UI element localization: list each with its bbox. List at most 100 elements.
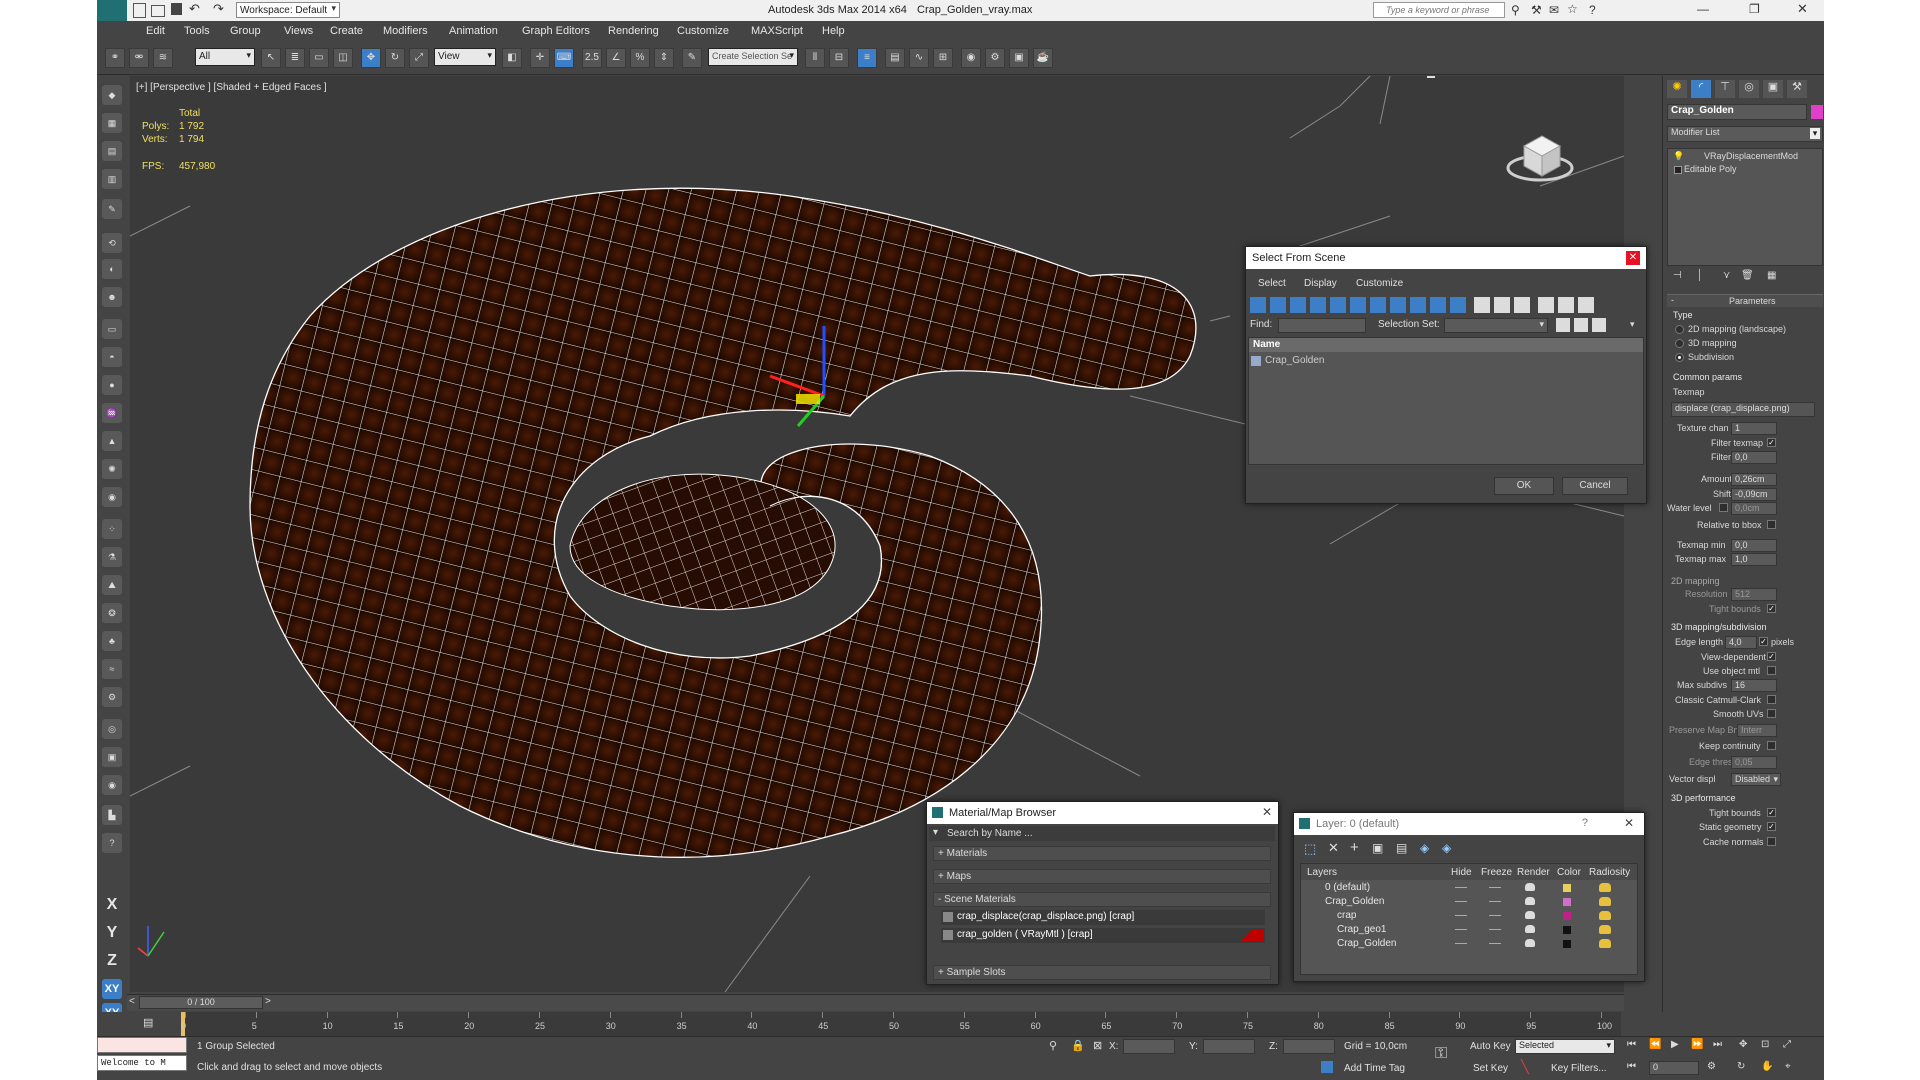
walkthrough-icon[interactable]: ✋ [1761, 1061, 1773, 1072]
selection-filter-dropdown[interactable]: All ▾ [195, 48, 255, 66]
pin-icon[interactable]: ⚲ [1049, 1039, 1057, 1052]
curve-editor-icon[interactable]: ∿ [909, 48, 929, 68]
sfs-columns-icon[interactable] [1578, 297, 1594, 313]
tool-icon-7[interactable]: ◐ [102, 259, 122, 279]
list-header[interactable]: Name [1249, 338, 1643, 352]
time-tag-icon[interactable] [1321, 1061, 1333, 1073]
cancel-button[interactable]: Cancel [1562, 477, 1628, 495]
key-filters-button[interactable]: Key Filters... [1551, 1063, 1607, 1074]
light-bulb-icon[interactable]: ◉ [102, 487, 122, 507]
render-teapot-icon[interactable] [1525, 897, 1535, 905]
add-to-set-icon[interactable] [1574, 318, 1588, 332]
select-in-layer-icon[interactable]: ▣ [1372, 841, 1383, 855]
filter-cameras-icon[interactable] [1310, 297, 1326, 313]
layer-color-swatch[interactable] [1563, 940, 1571, 948]
hide-toggle[interactable] [1455, 915, 1467, 916]
freeze-all-icon[interactable]: ◈ [1442, 841, 1451, 855]
create-set-icon[interactable] [1556, 318, 1570, 332]
tool-icon-4[interactable]: ▥ [102, 169, 122, 189]
percent-snap-icon[interactable]: % [630, 48, 650, 68]
hide-toggle[interactable] [1455, 943, 1467, 944]
axis-x-button[interactable]: X [102, 895, 122, 915]
type-2d-mapping-radio[interactable] [1675, 325, 1684, 334]
maxscript-listener[interactable] [97, 1037, 187, 1053]
freeze-toggle[interactable] [1489, 887, 1501, 888]
viewport-label[interactable]: [+] [Perspective ] [Shaded + Edged Faces… [136, 82, 327, 93]
z-coordinate-field[interactable] [1283, 1039, 1335, 1054]
pixels-checkbox[interactable]: ✓ [1759, 637, 1768, 646]
utilities-tab-icon[interactable]: ⚒ [1787, 80, 1807, 98]
graphite-ribbon-icon[interactable]: ▤ [885, 48, 905, 68]
filter-shapes-icon[interactable] [1270, 297, 1286, 313]
hair-icon[interactable]: ≈ [102, 659, 122, 679]
modifier-stack[interactable]: 💡 VRayDisplacementMod Editable Poly [1667, 148, 1823, 266]
time-config-icon[interactable]: ⚙ [1707, 1061, 1716, 1072]
layer-color-swatch[interactable] [1563, 912, 1571, 920]
parameters-rollout-header[interactable]: - Parameters [1667, 294, 1823, 307]
filter-spacewarps-icon[interactable] [1350, 297, 1366, 313]
scene-object-list[interactable]: Name Crap_Golden [1248, 337, 1644, 465]
set-key-button[interactable]: Set Key [1473, 1063, 1508, 1074]
menu-customize[interactable]: Customize [677, 25, 729, 37]
col-freeze[interactable]: Freeze [1481, 867, 1512, 878]
axis-z-button[interactable]: Z [102, 951, 122, 971]
edge-thresh-spinner[interactable]: 0,05 [1731, 756, 1777, 769]
tool-icon-1[interactable]: ◆ [102, 85, 122, 105]
box-primitive-icon[interactable]: ▭ [102, 319, 122, 339]
table-row[interactable]: Crap_Golden [1301, 895, 1637, 909]
communication-icon[interactable]: ✉ [1549, 3, 1559, 17]
select-invert-icon[interactable] [1514, 297, 1530, 313]
workspace-dropdown[interactable]: Workspace: Default ▾ [236, 2, 340, 18]
favorites-icon[interactable]: ☆ [1567, 2, 1578, 16]
create-layer-icon[interactable]: ⬚ [1304, 841, 1316, 857]
stack-item-editable-poly[interactable]: Editable Poly [1670, 164, 1820, 176]
help-icon[interactable]: ? [1582, 817, 1588, 829]
minimize-icon[interactable]: — [1697, 2, 1709, 16]
menu-tools[interactable]: Tools [184, 25, 210, 37]
texmap-max-spinner[interactable]: 1,0 [1731, 553, 1777, 566]
texmap-min-spinner[interactable]: 0,0 [1731, 539, 1777, 552]
play-icon[interactable]: ▶ [1671, 1039, 1679, 1050]
tool-icon-23[interactable]: ◎ [102, 719, 122, 739]
go-to-end-icon[interactable]: ⏭ [1713, 1039, 1722, 1050]
hierarchy-tab-icon[interactable]: ⊤ [1715, 80, 1735, 98]
binoculars-icon[interactable]: ⚲ [1511, 3, 1520, 17]
tool-icon-17[interactable]: ⚗ [102, 547, 122, 567]
maximize-viewport-icon[interactable]: ⤢ [1783, 1039, 1791, 1050]
cone-primitive-icon[interactable]: ▲ [102, 431, 122, 451]
edit-named-selection-icon[interactable]: ✎ [682, 48, 702, 68]
angle-snap-icon[interactable]: ∠ [606, 48, 626, 68]
ok-button[interactable]: OK [1494, 477, 1554, 495]
axis-y-button[interactable]: Y [102, 923, 122, 943]
preserve-map-dropdown[interactable]: Interr [1737, 724, 1777, 737]
key-mode-dropdown[interactable]: Selected ▾ [1515, 1039, 1615, 1054]
water-level-checkbox[interactable] [1719, 503, 1728, 512]
classic-catmull-checkbox[interactable] [1767, 695, 1776, 704]
show-end-result-icon[interactable]: │ [1697, 270, 1703, 281]
freeze-toggle[interactable] [1489, 929, 1501, 930]
sfs-menu-display[interactable]: Display [1304, 278, 1337, 289]
menu-animation[interactable]: Animation [449, 25, 498, 37]
plant-icon[interactable]: ♣ [102, 631, 122, 651]
col-radiosity[interactable]: Radiosity [1589, 867, 1630, 878]
filter-lights-icon[interactable] [1290, 297, 1306, 313]
radiosity-teapot-icon[interactable] [1599, 925, 1611, 934]
new-file-icon[interactable] [133, 3, 146, 18]
object-color-swatch[interactable] [1811, 105, 1823, 119]
select-by-name-icon[interactable]: ≣ [285, 48, 305, 68]
selection-set-dropdown[interactable]: ▾ [1444, 318, 1548, 333]
group-scene-materials[interactable]: - Scene Materials [933, 892, 1271, 907]
render-teapot-icon[interactable] [1525, 911, 1535, 919]
select-object-icon[interactable]: ↖ [261, 48, 281, 68]
keyboard-shortcut-override-icon[interactable]: ⌨ [554, 48, 574, 68]
save-file-icon[interactable] [171, 3, 182, 15]
relative-bbox-checkbox[interactable] [1767, 520, 1776, 529]
close-window-icon[interactable]: ✕ [1797, 1, 1808, 17]
next-key-icon[interactable]: ⏩ [1691, 1039, 1703, 1050]
hide-toggle[interactable] [1455, 887, 1467, 888]
sfs-hierarchy-icon[interactable] [1558, 297, 1574, 313]
close-icon[interactable]: ✕ [1624, 816, 1634, 830]
modify-tab-icon[interactable]: ◜ [1691, 80, 1711, 98]
fov-icon[interactable]: ⌖ [1785, 1061, 1791, 1072]
add-time-tag[interactable]: Add Time Tag [1344, 1063, 1405, 1074]
